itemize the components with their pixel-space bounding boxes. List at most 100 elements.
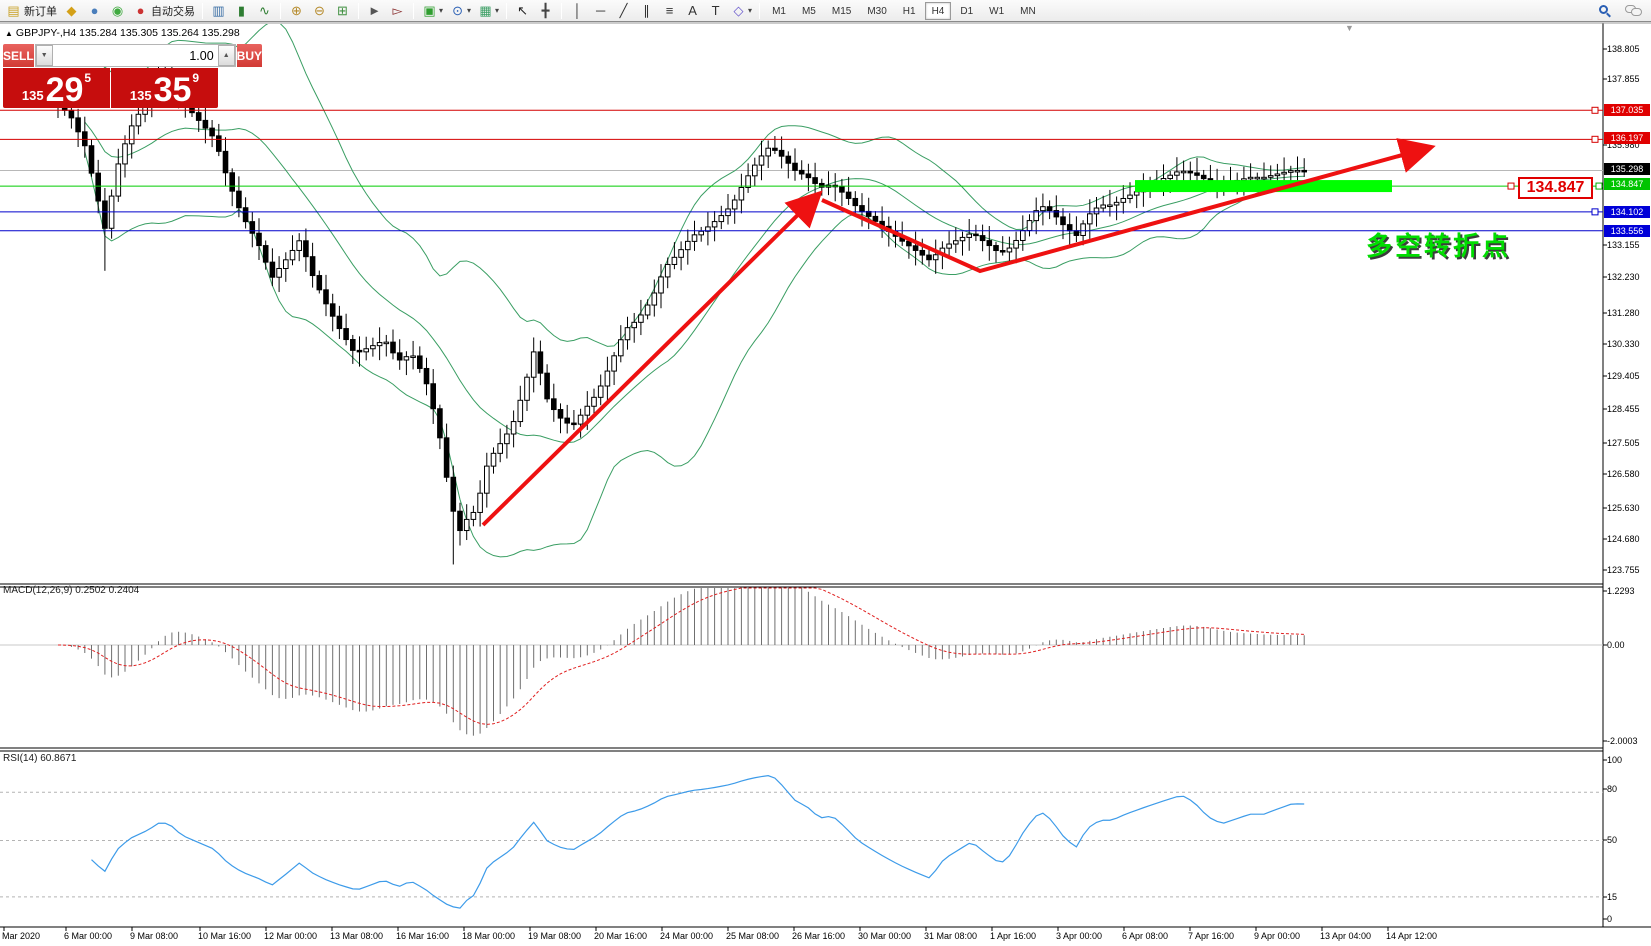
time-axis-label: 30 Mar 00:00 (858, 931, 911, 941)
timeframe-h4[interactable]: H4 (925, 2, 952, 20)
fibonacci-button[interactable]: ≡ (658, 1, 681, 21)
price-axis-label: 124.680 (1607, 534, 1640, 544)
sell-price-button[interactable]: 135 29 5 (3, 68, 110, 108)
buy-price-button[interactable]: 135 35 9 (111, 68, 218, 108)
sell-price-sup: 5 (84, 71, 91, 85)
mt4-window: ▤新订单◆●◉●自动交易▥▮∿⊕⊖⊞►▻▣▾⊙▾▦▾↖╋│─╱∥≡AT◇▾M1M… (0, 0, 1651, 946)
chevron-down-icon[interactable]: ▾ (495, 6, 499, 15)
text-button[interactable]: A (681, 1, 704, 21)
vertical-line-button[interactable]: │ (566, 1, 589, 21)
buy-button[interactable]: BUY (237, 44, 262, 67)
time-axis-label: 20 Mar 16:00 (594, 931, 647, 941)
price-axis-label: 129.405 (1607, 371, 1640, 381)
price-axis-flag: 137.035 (1604, 104, 1650, 116)
crosshair-button[interactable]: ╋ (534, 1, 557, 21)
tile-windows-button[interactable]: ⊞ (331, 1, 354, 21)
lot-size-input[interactable] (53, 45, 218, 66)
time-axis-label: 6 Mar 00:00 (64, 931, 112, 941)
price-axis-flag: 134.847 (1604, 178, 1650, 190)
time-axis-label: 13 Mar 08:00 (330, 931, 383, 941)
shapes-icon: ◇ (730, 1, 747, 21)
timeframe-h1[interactable]: H1 (896, 2, 923, 20)
autotrade-button[interactable]: ●自动交易 (129, 1, 198, 21)
price-axis-label: 126.580 (1607, 469, 1640, 479)
timeframe-m5[interactable]: M5 (795, 2, 823, 20)
buy-price-big: 35 (154, 73, 192, 107)
chevron-down-icon[interactable]: ▾ (439, 6, 443, 15)
price-axis-flag: 136.197 (1604, 132, 1650, 144)
timeframe-m15[interactable]: M15 (825, 2, 858, 20)
time-axis-label: 18 Mar 00:00 (462, 931, 515, 941)
time-axis-label: 13 Apr 04:00 (1320, 931, 1371, 941)
sell-button[interactable]: SELL (3, 44, 34, 67)
zoom-in-button[interactable]: ⊕ (285, 1, 308, 21)
price-level-callout[interactable]: 134.847 (1518, 177, 1593, 199)
main-toolbar: ▤新订单◆●◉●自动交易▥▮∿⊕⊖⊞►▻▣▾⊙▾▦▾↖╋│─╱∥≡AT◇▾M1M… (0, 0, 1651, 22)
price-axis-label: 130.330 (1607, 339, 1640, 349)
macd-indicator-label: MACD(12,26,9) 0.2502 0.2404 (3, 585, 139, 596)
zoom-out-icon: ⊖ (311, 1, 328, 21)
shapes-button[interactable]: ◇▾ (727, 1, 755, 21)
rsi-axis-label: 100 (1607, 755, 1622, 765)
toolbar-separator (202, 3, 203, 19)
scroll-marker-icon[interactable]: ▼ (1345, 23, 1354, 33)
time-axis-label: 25 Mar 08:00 (726, 931, 779, 941)
timeframe-m1[interactable]: M1 (765, 2, 793, 20)
search-icon[interactable] (1599, 5, 1611, 17)
tile-windows-icon: ⊞ (334, 1, 351, 21)
toolbar-separator (759, 3, 760, 19)
toolbar-separator (358, 3, 359, 19)
timeframe-w1[interactable]: W1 (982, 2, 1011, 20)
line-chart-button[interactable]: ∿ (253, 1, 276, 21)
zoom-in-icon: ⊕ (288, 1, 305, 21)
chart-shift-button[interactable]: ▻ (386, 1, 409, 21)
time-axis-label: 26 Mar 16:00 (792, 931, 845, 941)
bar-chart-button[interactable]: ▥ (207, 1, 230, 21)
toolbar-separator (506, 3, 507, 19)
period-clock-icon: ⊙ (449, 1, 466, 21)
signals-button[interactable]: ◉ (106, 1, 129, 21)
timeframe-d1[interactable]: D1 (953, 2, 980, 20)
price-axis-label: 133.155 (1607, 240, 1640, 250)
auto-scroll-button[interactable]: ► (363, 1, 386, 21)
one-click-trade-panel: SELL ▼ ▲ BUY 135 29 5 135 35 9 (3, 44, 218, 108)
profile-button[interactable]: ● (83, 1, 106, 21)
buy-price-prefix: 135 (130, 88, 152, 103)
time-axis-label: 12 Mar 00:00 (264, 931, 317, 941)
horizontal-line-button[interactable]: ─ (589, 1, 612, 21)
period-clock-button[interactable]: ⊙▾ (446, 1, 474, 21)
horizontal-line-icon: ─ (592, 1, 609, 21)
time-axis-label: 3 Apr 00:00 (1056, 931, 1102, 941)
chevron-down-icon[interactable]: ▾ (748, 6, 752, 15)
price-axis-label: 127.505 (1607, 438, 1640, 448)
channel-button[interactable]: ∥ (635, 1, 658, 21)
zoom-out-button[interactable]: ⊖ (308, 1, 331, 21)
time-axis-label: 19 Mar 08:00 (528, 931, 581, 941)
cursor-button[interactable]: ↖ (511, 1, 534, 21)
chart-shift-icon: ▻ (389, 1, 406, 21)
lot-increase-button[interactable]: ▲ (218, 45, 235, 66)
new-chart-button[interactable]: ▣▾ (418, 1, 446, 21)
chart-canvas[interactable] (0, 22, 1651, 946)
trendline-button[interactable]: ╱ (612, 1, 635, 21)
channel-icon: ∥ (638, 1, 655, 21)
chevron-down-icon[interactable]: ▾ (467, 6, 471, 15)
rsi-axis-label: 80 (1607, 784, 1617, 794)
panel-collapse-icon[interactable]: ▲ (5, 29, 13, 38)
indicators-button[interactable]: ▦▾ (474, 1, 502, 21)
rsi-axis-label: 15 (1607, 892, 1617, 902)
toolbar-separator (413, 3, 414, 19)
timeframe-mn[interactable]: MN (1013, 2, 1043, 20)
price-axis-label: 138.805 (1607, 44, 1640, 54)
label-button[interactable]: T (704, 1, 727, 21)
new-order-button[interactable]: ▤新订单 (2, 1, 60, 21)
timeframe-m30[interactable]: M30 (860, 2, 893, 20)
rsi-indicator-label: RSI(14) 60.8671 (3, 753, 76, 764)
bar-chart-icon: ▥ (210, 1, 227, 21)
lot-decrease-button[interactable]: ▼ (36, 45, 53, 66)
orders-button[interactable]: ◆ (60, 1, 83, 21)
price-axis-flag: 133.556 (1604, 225, 1650, 237)
chat-icon[interactable] (1625, 5, 1643, 17)
time-axis-label: 31 Mar 08:00 (924, 931, 977, 941)
candlestick-chart-button[interactable]: ▮ (230, 1, 253, 21)
